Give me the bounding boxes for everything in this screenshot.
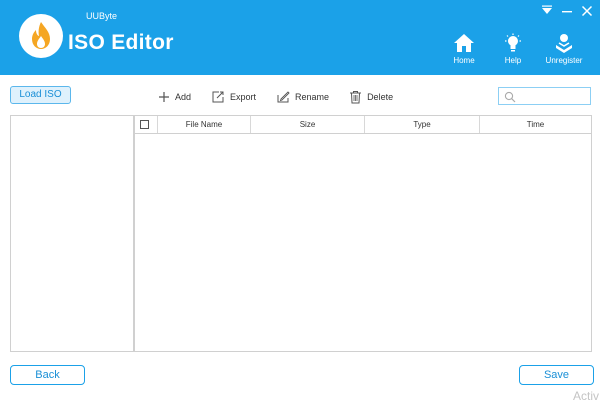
app-title: ISO Editor (68, 31, 174, 54)
flame-icon (32, 22, 50, 49)
add-label: Add (175, 92, 192, 102)
rename-button[interactable]: Rename (276, 90, 329, 104)
iso-tree-panel[interactable] (10, 115, 134, 352)
select-all-cell (135, 116, 157, 133)
minimize-icon[interactable] (558, 2, 576, 20)
column-header-type[interactable]: Type (364, 116, 479, 133)
toolbar: Add Export Rename Delete (158, 88, 413, 106)
unregister-button[interactable]: Unregister (539, 33, 589, 71)
back-button[interactable]: Back (10, 365, 85, 385)
lightbulb-icon (505, 33, 521, 52)
home-button[interactable]: Home (439, 33, 489, 71)
load-iso-button[interactable]: Load ISO (10, 86, 71, 104)
activation-watermark: Activ (573, 389, 600, 403)
rename-icon (277, 91, 290, 103)
trash-icon (350, 91, 362, 104)
export-label: Export (230, 92, 257, 102)
file-table[interactable]: File Name Size Type Time (134, 115, 592, 352)
search-input[interactable] (498, 87, 591, 105)
save-button[interactable]: Save (519, 365, 594, 385)
help-label: Help (504, 56, 522, 65)
rename-label: Rename (295, 92, 330, 102)
app-logo (19, 14, 63, 58)
brand-name: UUByte (86, 11, 118, 21)
plus-icon (159, 92, 169, 102)
unregister-icon (556, 34, 572, 53)
menu-dropdown-icon[interactable] (538, 2, 556, 20)
app-header: UUByte ISO Editor Home Help Unregister (0, 0, 600, 75)
delete-label: Delete (367, 92, 394, 102)
column-header-file-name[interactable]: File Name (157, 116, 250, 133)
window-controls (536, 2, 596, 20)
delete-button[interactable]: Delete (349, 90, 393, 104)
column-header-time[interactable]: Time (479, 116, 591, 133)
export-button[interactable]: Export (211, 90, 256, 104)
home-icon (454, 34, 474, 52)
select-all-checkbox[interactable] (140, 120, 149, 129)
export-icon (212, 91, 224, 103)
help-button[interactable]: Help (488, 33, 538, 71)
unregister-label: Unregister (545, 56, 583, 65)
table-header: File Name Size Type Time (135, 116, 591, 134)
close-icon[interactable] (578, 2, 596, 20)
column-header-size[interactable]: Size (250, 116, 364, 133)
add-button[interactable]: Add (158, 91, 191, 103)
home-label: Home (453, 56, 475, 65)
search-icon (504, 91, 516, 103)
